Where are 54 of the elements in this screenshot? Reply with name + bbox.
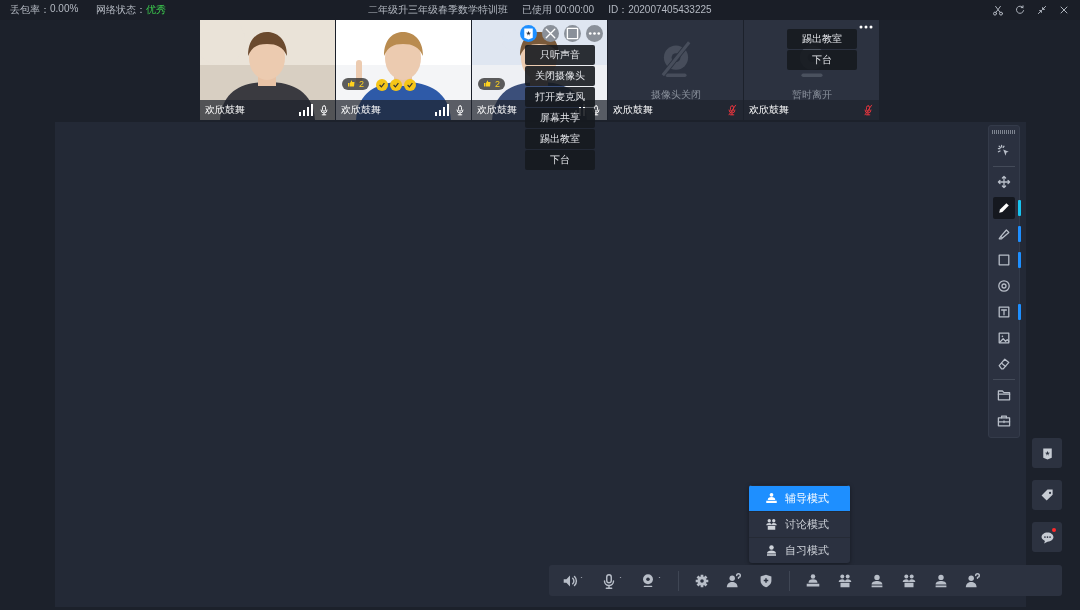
muted-mic-icon[interactable] — [726, 103, 738, 117]
text-icon — [996, 304, 1012, 320]
muted-mic-icon[interactable] — [862, 103, 874, 117]
folder-icon — [996, 387, 1012, 403]
refresh-icon — [1014, 4, 1026, 16]
menu-item[interactable]: 踢出教室 — [525, 129, 595, 149]
move-icon — [996, 174, 1012, 190]
group-icon — [764, 517, 779, 532]
side-button[interactable] — [1032, 480, 1062, 510]
menu-item[interactable]: 下台 — [787, 50, 857, 70]
likes-badge: 2 — [478, 78, 505, 90]
away-label: 暂时离开 — [791, 88, 832, 102]
elapsed-time: 已使用 00:00:00 — [522, 3, 595, 17]
student-name: 欢欣鼓舞 — [477, 103, 518, 117]
student-name: 欢欣鼓舞 — [749, 103, 790, 117]
menu-item[interactable]: 只听声音 — [525, 45, 595, 65]
more-icon[interactable] — [859, 24, 873, 30]
pen-icon — [996, 200, 1012, 216]
network-status: 优秀 — [146, 3, 167, 17]
side-button[interactable] — [1032, 522, 1062, 552]
menu-item[interactable]: 关闭摄像头 — [525, 66, 595, 86]
network-label: 网络状态： — [96, 3, 147, 17]
likes-badge: 2 — [342, 78, 369, 90]
toolbox-icon — [996, 413, 1012, 429]
person-icon — [764, 543, 779, 558]
menu-item[interactable]: 下台 — [525, 150, 595, 170]
class-title: 二年级升三年级春季数学特训班 — [368, 3, 509, 17]
packet-loss-value: 0.00% — [50, 3, 79, 16]
drag-handle[interactable] — [992, 130, 1016, 134]
menu-item[interactable]: 踢出教室 — [787, 29, 857, 49]
scissors-icon[interactable] — [992, 4, 1004, 16]
tutor-icon — [764, 491, 779, 506]
eraser-icon — [996, 356, 1012, 372]
target-icon — [996, 278, 1012, 294]
student-name: 欢欣鼓舞 — [205, 103, 246, 117]
help-icon — [964, 571, 982, 590]
thumbs-up-icon — [347, 79, 357, 89]
camera-off-label: 摄像头关闭 — [650, 88, 701, 102]
image-icon — [996, 330, 1012, 346]
thumbs-up-icon — [483, 79, 493, 89]
help-icon — [725, 571, 743, 590]
mode-option[interactable]: 自习模式 — [749, 537, 850, 563]
mode-option[interactable]: 讨论模式 — [749, 511, 850, 537]
shrink-icon — [1036, 4, 1048, 16]
student-name: 欢欣鼓舞 — [341, 103, 382, 117]
menu-item[interactable]: 打开麦克风 — [525, 87, 595, 107]
menu-item[interactable]: 屏幕共享 — [525, 108, 595, 128]
marker-icon — [996, 226, 1012, 242]
packet-loss-label: 丢包率： — [10, 3, 50, 17]
rectangle-icon — [996, 252, 1012, 268]
class-id: ID：202007405433225 — [608, 3, 712, 17]
close-icon — [1058, 4, 1070, 16]
student-name: 欢欣鼓舞 — [613, 103, 654, 117]
side-button[interactable] — [1032, 438, 1062, 468]
